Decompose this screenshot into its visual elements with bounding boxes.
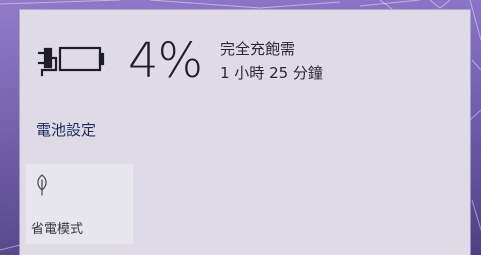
- battery-saver-label: 省電模式: [31, 222, 84, 237]
- time-remaining: 1 小時 25 分鐘: [220, 64, 323, 82]
- battery-charging-icon: [37, 46, 105, 77]
- battery-percent: 4%: [128, 33, 203, 89]
- battery-flyout: 4% 完全充飽需 1 小時 25 分鐘 電池設定 省電模式: [20, 10, 470, 255]
- leaf-icon: [37, 174, 47, 196]
- battery-settings-link[interactable]: 電池設定: [36, 120, 96, 140]
- charging-status: 完全充飽需: [220, 40, 296, 58]
- battery-saver-tile[interactable]: 省電模式: [26, 164, 133, 244]
